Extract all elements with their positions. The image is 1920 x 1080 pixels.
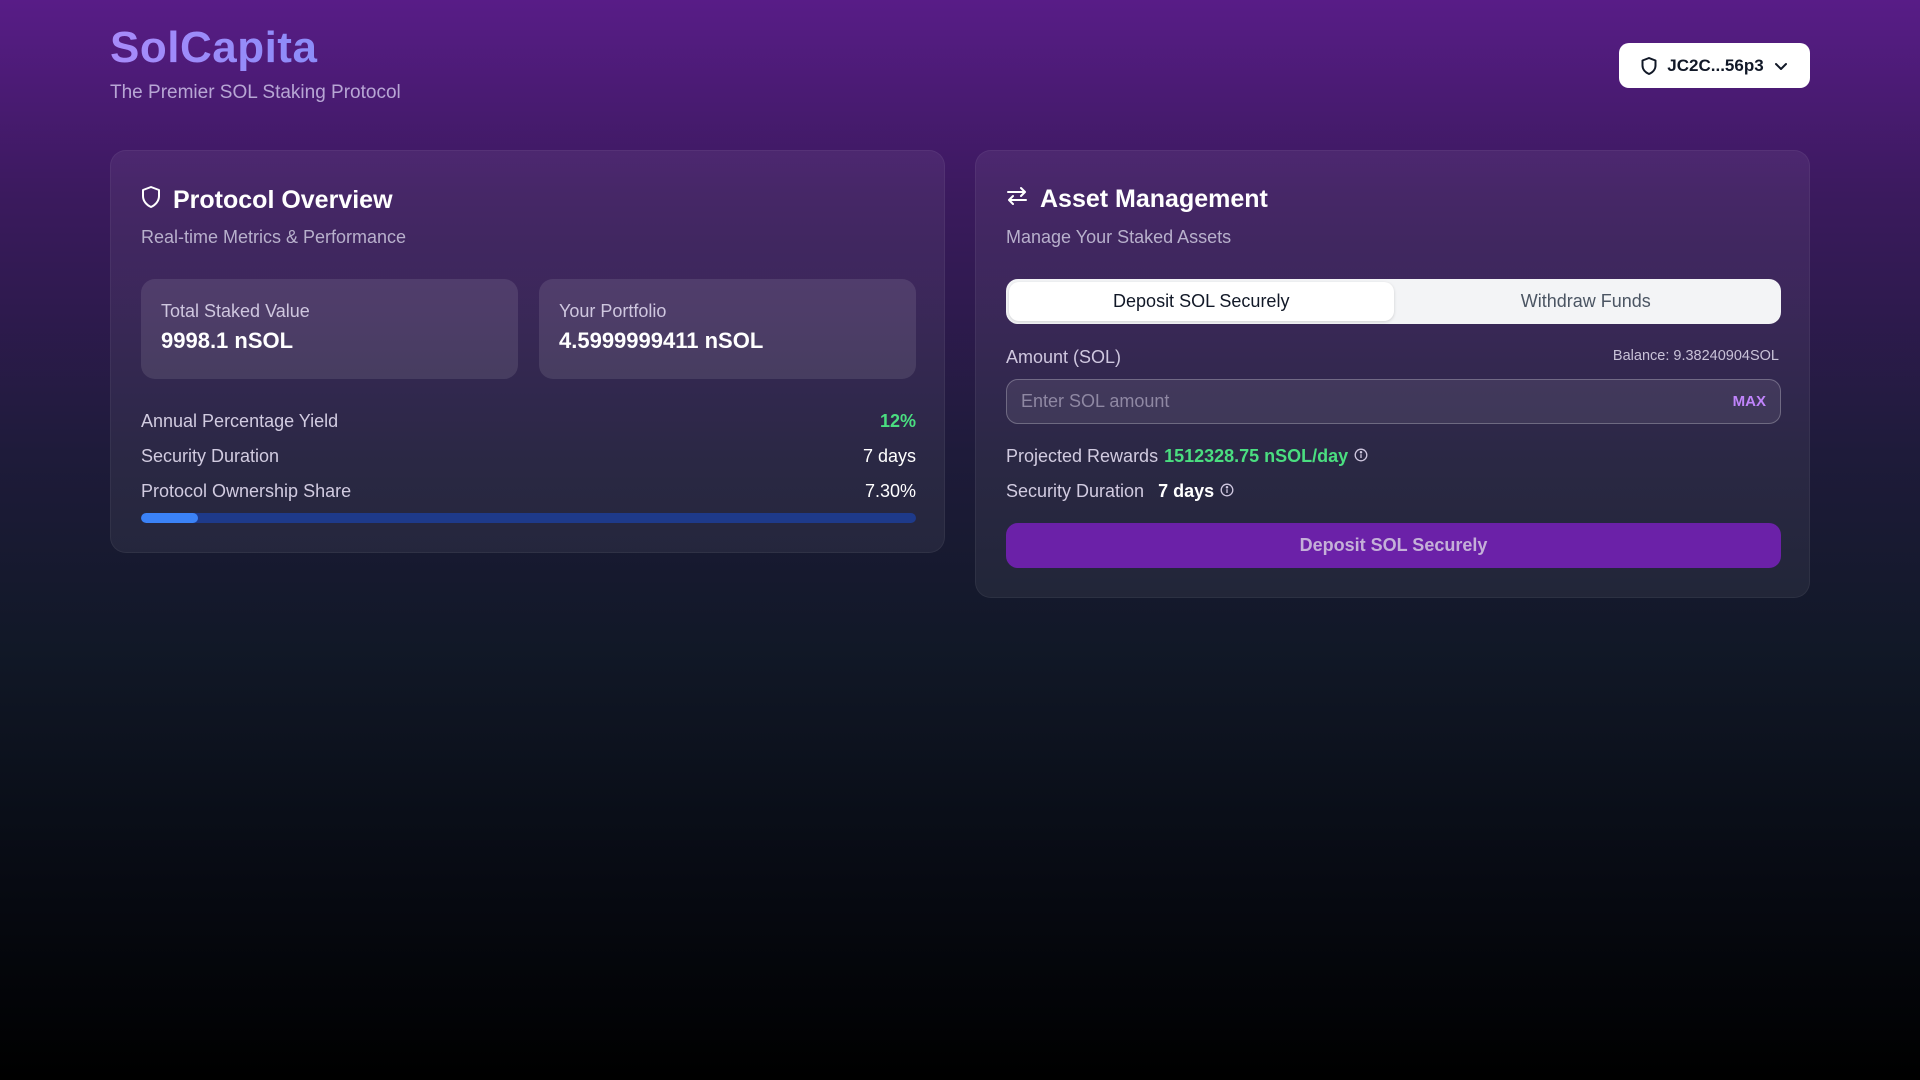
action-tabs: Deposit SOL Securely Withdraw Funds [1006, 279, 1781, 324]
metric-row-duration: Security Duration 7 days [141, 446, 916, 467]
ownership-progress-fill [141, 513, 198, 523]
card-subtitle: Manage Your Staked Assets [1006, 227, 1232, 247]
rewards-value: 1512328.75 nSOL/day [1164, 446, 1349, 466]
metric-value: 12% [879, 411, 916, 431]
duration-label: Security Duration [1006, 481, 1145, 501]
shield-icon [141, 185, 161, 216]
total-staked-label: Total Staked Value [161, 301, 310, 321]
deposit-button[interactable]: Deposit SOL Securely [1006, 523, 1781, 568]
card-title-text: Asset Management [1040, 185, 1268, 213]
shield-icon [1641, 56, 1657, 75]
portfolio-label: Your Portfolio [559, 301, 667, 321]
swap-arrows-icon [1006, 185, 1028, 214]
metric-row-ownership: Protocol Ownership Share 7.30% [141, 481, 916, 502]
total-staked-box: Total Staked Value 9998.1 nSOL [141, 279, 518, 379]
metric-row-apy: Annual Percentage Yield 12% [141, 411, 916, 432]
metric-value: 7.30% [864, 481, 916, 501]
projected-rewards-row: Projected Rewards 1512328.75 nSOL/day [1006, 446, 1368, 467]
wallet-address: JC2C...56p3 [1667, 55, 1764, 75]
info-icon[interactable] [1220, 481, 1234, 502]
tagline: The Premier SOL Staking Protocol [110, 82, 401, 103]
card-subtitle: Real-time Metrics & Performance [141, 227, 407, 247]
rewards-label: Projected Rewards [1006, 446, 1159, 466]
tab-deposit[interactable]: Deposit SOL Securely [1009, 282, 1394, 321]
protocol-overview-title: Protocol Overview [141, 185, 393, 216]
metric-value: 7 days [862, 446, 916, 466]
asset-management-title: Asset Management [1006, 185, 1268, 214]
security-duration-row: Security Duration 7 days [1006, 481, 1234, 502]
brand-logo[interactable]: SolCapita [110, 22, 401, 74]
tab-withdraw[interactable]: Withdraw Funds [1394, 282, 1779, 321]
header: SolCapita The Premier SOL Staking Protoc… [110, 22, 401, 104]
amount-label: Amount (SOL) [1006, 347, 1122, 367]
max-button[interactable]: MAX [1733, 393, 1766, 410]
portfolio-value: 4.5999999411 nSOL [559, 328, 764, 353]
ownership-progress-bar [141, 513, 916, 523]
metric-label: Protocol Ownership Share [141, 481, 352, 501]
amount-input-wrapper: MAX [1006, 379, 1781, 424]
metric-label: Security Duration [141, 446, 280, 466]
total-staked-value: 9998.1 nSOL [161, 328, 294, 353]
info-icon[interactable] [1354, 446, 1368, 467]
card-title-text: Protocol Overview [173, 186, 393, 214]
amount-input[interactable] [1021, 391, 1733, 412]
asset-management-card: Asset Management Manage Your Staked Asse… [975, 150, 1810, 598]
duration-value: 7 days [1158, 481, 1215, 501]
wallet-button[interactable]: JC2C...56p3 [1619, 43, 1810, 88]
metric-label: Annual Percentage Yield [141, 411, 339, 431]
protocol-overview-card: Protocol Overview Real-time Metrics & Pe… [110, 150, 945, 553]
chevron-down-icon [1774, 61, 1788, 71]
portfolio-box: Your Portfolio 4.5999999411 nSOL [539, 279, 916, 379]
balance-text: Balance: 9.38240904SOL [1612, 348, 1779, 364]
